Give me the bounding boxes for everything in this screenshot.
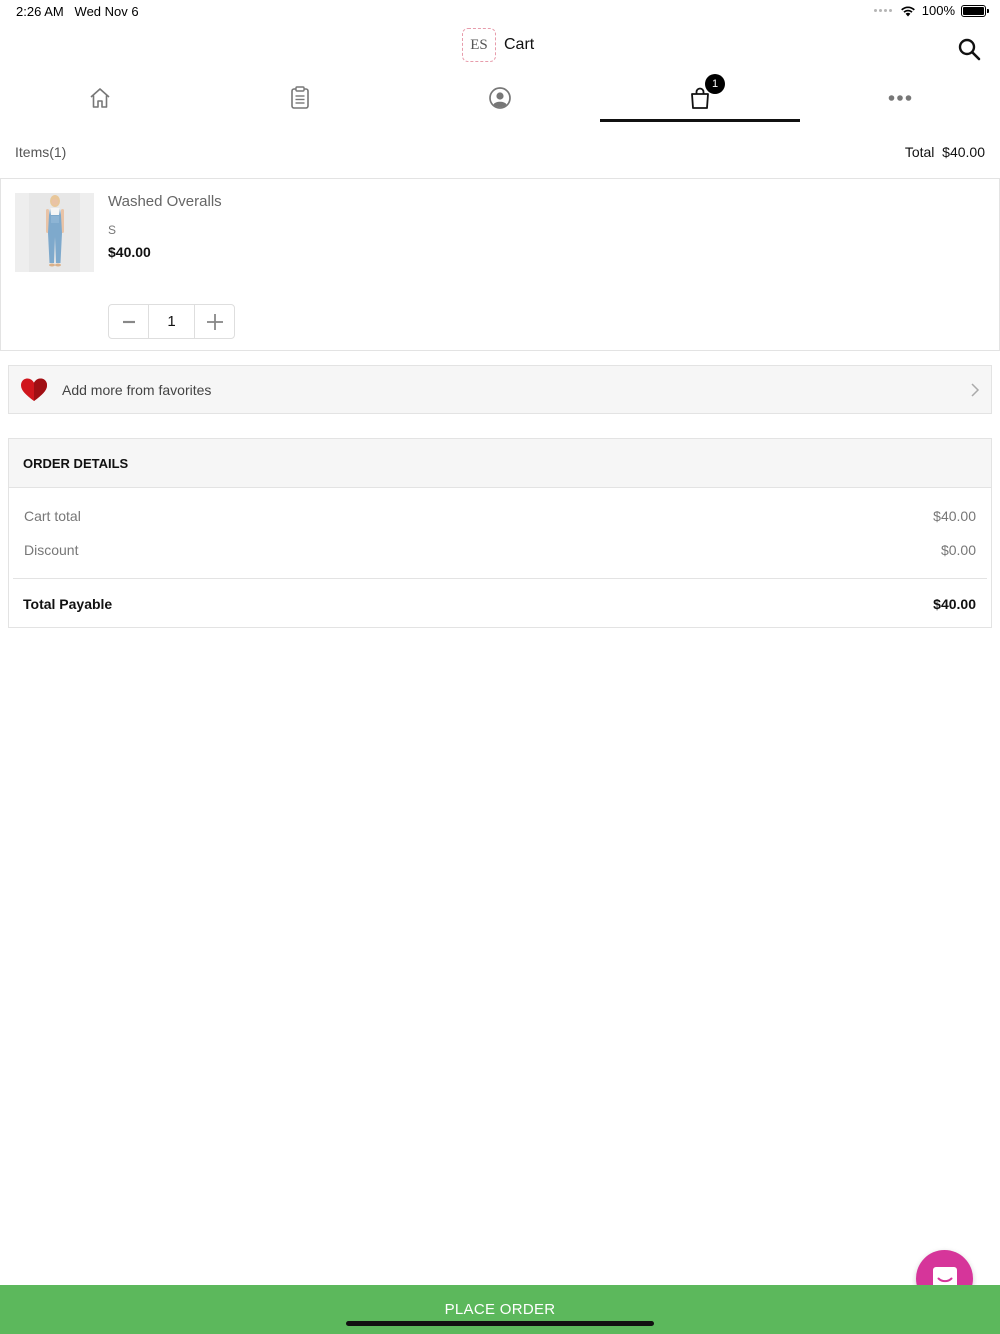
status-indicators: 100% — [873, 3, 989, 18]
status-bar: 2:26 AM Wed Nov 6 100% — [0, 0, 1000, 24]
product-size: S — [108, 223, 117, 237]
product-price: $40.00 — [108, 244, 151, 260]
quantity-stepper: 1 — [108, 304, 235, 339]
cart-count-badge: 1 — [705, 74, 725, 94]
items-count-value: (1) — [49, 144, 67, 160]
total-payable-value: $40.00 — [933, 596, 976, 612]
brand-logo: ES — [462, 28, 496, 62]
minus-icon — [122, 320, 135, 323]
cart-total-label: Cart total — [24, 508, 81, 524]
add-from-favorites-row[interactable]: Add more from favorites — [8, 365, 992, 414]
clipboard-icon — [291, 86, 309, 109]
cart-item: Washed Overalls S $40.00 1 — [0, 178, 1000, 351]
tab-orders[interactable] — [200, 74, 400, 122]
discount-row: Discount $0.00 — [24, 542, 976, 558]
cellular-signal-icon — [873, 9, 892, 12]
page-title: Cart — [504, 36, 535, 53]
cart-summary: Items(1) Total $40.00 — [15, 140, 985, 164]
place-order-button[interactable]: PLACE ORDER — [0, 1285, 1000, 1334]
header-brand: ES Cart — [462, 28, 534, 62]
total-payable-label: Total Payable — [23, 596, 113, 612]
battery-percent: 100% — [921, 3, 955, 18]
items-label: Items — [15, 144, 50, 160]
wifi-icon — [900, 5, 915, 16]
tab-home[interactable] — [0, 74, 200, 122]
home-icon — [90, 88, 110, 108]
search-icon[interactable] — [956, 36, 982, 62]
status-date: Wed Nov 6 — [74, 4, 139, 19]
discount-value: $0.00 — [940, 542, 976, 558]
status-clock: 2:26 AM — [16, 4, 64, 19]
heart-icon — [21, 378, 47, 401]
cart-total-summary: Total $40.00 — [905, 144, 985, 160]
status-time: 2:26 AM Wed Nov 6 — [16, 4, 139, 19]
decrease-quantity-button[interactable] — [109, 305, 148, 338]
tab-more[interactable] — [800, 74, 1000, 122]
product-name[interactable]: Washed Overalls — [108, 193, 222, 210]
increase-quantity-button[interactable] — [195, 305, 234, 338]
header: ES Cart — [0, 28, 1000, 68]
cart-total-value: $40.00 — [933, 508, 976, 524]
more-icon — [888, 95, 912, 101]
total-label: Total — [904, 144, 935, 160]
tab-cart[interactable]: 1 — [600, 74, 800, 122]
product-image[interactable] — [15, 193, 94, 272]
items-count: Items(1) — [15, 144, 66, 160]
favorites-label: Add more from favorites — [62, 382, 212, 398]
total-value: $40.00 — [942, 144, 985, 160]
battery-icon — [961, 4, 989, 17]
order-details-heading: ORDER DETAILS — [9, 439, 991, 488]
profile-icon — [489, 87, 511, 109]
total-payable-row: Total Payable $40.00 — [23, 596, 976, 612]
tab-profile[interactable] — [400, 74, 600, 122]
cart-total-row: Cart total $40.00 — [24, 508, 976, 524]
home-indicator — [346, 1321, 654, 1326]
discount-label: Discount — [24, 542, 79, 558]
chevron-right-icon — [971, 383, 980, 397]
plus-icon — [206, 313, 223, 330]
tab-bar: 1 — [0, 74, 1000, 122]
order-details-panel: ORDER DETAILS Cart total $40.00 Discount… — [8, 438, 992, 628]
quantity-value[interactable]: 1 — [148, 305, 195, 338]
divider — [13, 578, 987, 579]
